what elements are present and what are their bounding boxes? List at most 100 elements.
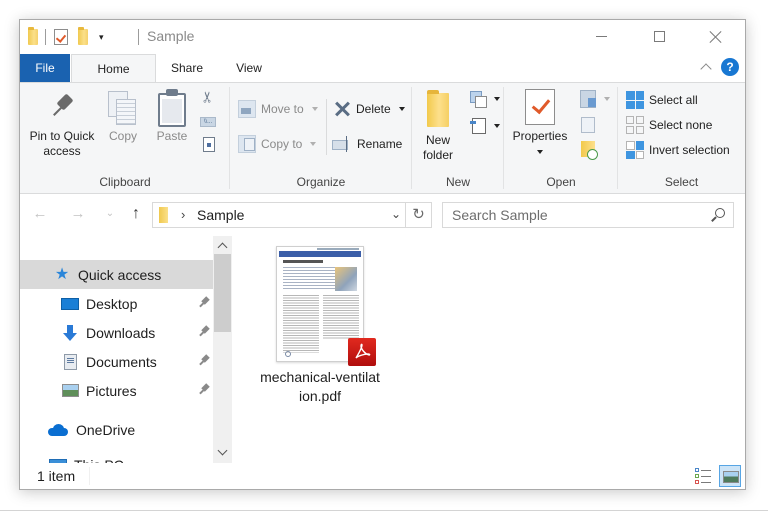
large-icons-view-button[interactable] bbox=[719, 465, 741, 487]
copy-to-button[interactable]: Copy to bbox=[238, 133, 317, 155]
pin-to-quick-access-button[interactable]: Pin to Quick access bbox=[24, 87, 100, 159]
documents-icon bbox=[61, 353, 79, 371]
nav-item-downloads[interactable]: Downloads bbox=[20, 318, 213, 347]
copy-button[interactable]: Copy bbox=[104, 87, 142, 144]
nav-item-pictures[interactable]: Pictures bbox=[20, 376, 213, 405]
nav-item-label: Pictures bbox=[86, 382, 137, 399]
delete-button[interactable]: Delete bbox=[333, 98, 405, 120]
ribbon: Pin to Quick access Copy Paste \\... Cli… bbox=[20, 82, 745, 194]
nav-item-onedrive[interactable]: OneDrive bbox=[20, 415, 213, 444]
close-button[interactable] bbox=[692, 20, 738, 52]
open-icon bbox=[580, 90, 596, 108]
pin-label-line2: access bbox=[43, 144, 81, 158]
open-group-label: Open bbox=[546, 175, 576, 189]
nav-item-this-pc[interactable]: This PC bbox=[20, 450, 213, 464]
up-button[interactable]: ↑ bbox=[126, 204, 146, 224]
tab-file[interactable]: File bbox=[20, 54, 70, 82]
open-button[interactable] bbox=[580, 88, 610, 110]
minimize-button[interactable] bbox=[578, 20, 624, 52]
nav-item-quick-access[interactable]: ★ Quick access bbox=[20, 260, 213, 289]
title-divider bbox=[138, 29, 139, 45]
invert-selection-icon bbox=[626, 141, 644, 159]
nav-item-desktop[interactable]: Desktop bbox=[20, 289, 213, 318]
file-explorer-window: ▾ Sample File Home Share View ? Pin to Q… bbox=[19, 19, 746, 490]
pin-icon bbox=[199, 298, 209, 308]
move-to-icon bbox=[238, 100, 256, 118]
nav-item-documents[interactable]: Documents bbox=[20, 347, 213, 376]
edit-button[interactable] bbox=[581, 114, 595, 136]
navigation-pane: ★ Quick access Desktop Downloads Documen… bbox=[20, 236, 232, 464]
refresh-button[interactable]: ↻ bbox=[405, 203, 431, 227]
scrollbar-thumb[interactable] bbox=[214, 254, 231, 332]
nav-item-label: Downloads bbox=[86, 324, 156, 341]
copy-path-icon[interactable]: \\... bbox=[200, 117, 216, 127]
delete-label: Delete bbox=[356, 102, 391, 116]
properties-button[interactable]: Properties bbox=[508, 87, 572, 159]
copy-to-icon bbox=[238, 135, 256, 153]
move-to-button[interactable]: Move to bbox=[238, 98, 318, 120]
easy-access-button[interactable] bbox=[470, 115, 500, 137]
breadcrumb-separator[interactable]: › bbox=[181, 207, 185, 222]
downloads-icon bbox=[61, 324, 79, 342]
tab-home[interactable]: Home bbox=[71, 54, 156, 83]
collapse-ribbon-icon[interactable] bbox=[699, 60, 713, 74]
new-group-label: New bbox=[445, 175, 470, 189]
rename-label: Rename bbox=[357, 137, 403, 151]
file-item[interactable]: mechanical-ventilation.pdf bbox=[260, 246, 380, 406]
chevron-down-icon bbox=[604, 97, 610, 101]
new-folder-icon[interactable] bbox=[78, 27, 88, 45]
paste-button[interactable]: Paste bbox=[152, 87, 192, 144]
details-view-button[interactable] bbox=[695, 467, 713, 485]
history-button[interactable] bbox=[581, 138, 598, 160]
rename-button[interactable]: Rename bbox=[332, 133, 402, 155]
paste-shortcut-icon[interactable] bbox=[203, 137, 215, 152]
properties-icon[interactable] bbox=[54, 29, 68, 45]
new-folder-button[interactable]: New folder bbox=[418, 87, 458, 163]
nav-item-label: Documents bbox=[86, 353, 157, 370]
select-all-label: Select all bbox=[649, 93, 698, 107]
invert-selection-button[interactable]: Invert selection bbox=[626, 139, 730, 161]
status-bar: 1 item bbox=[20, 463, 745, 489]
scissors-icon[interactable] bbox=[201, 91, 217, 107]
pin-icon bbox=[49, 93, 75, 123]
search-icon[interactable] bbox=[711, 208, 725, 222]
paste-icon bbox=[158, 89, 186, 127]
pin-icon bbox=[199, 385, 209, 395]
nav-item-label: Desktop bbox=[86, 295, 138, 312]
file-name: mechanical-ventilation.pdf bbox=[260, 369, 380, 404]
navigation-scrollbar[interactable] bbox=[213, 236, 232, 464]
folder-icon[interactable] bbox=[28, 27, 38, 45]
select-all-button[interactable]: Select all bbox=[626, 89, 698, 111]
nav-item-label: Quick access bbox=[78, 266, 162, 283]
recent-locations-button[interactable]: ⌄ bbox=[100, 204, 120, 224]
easy-access-icon bbox=[470, 118, 486, 134]
chevron-down-icon bbox=[217, 445, 228, 456]
customize-toolbar-dropdown[interactable]: ▾ bbox=[99, 32, 104, 42]
address-bar[interactable]: › Sample ⌄ ↻ bbox=[152, 202, 432, 228]
paste-label: Paste bbox=[156, 129, 188, 143]
new-folder-label-line1: New bbox=[425, 133, 450, 147]
onedrive-icon bbox=[47, 421, 69, 439]
file-list: mechanical-ventilation.pdf bbox=[234, 236, 745, 464]
select-all-icon bbox=[626, 91, 644, 109]
back-button[interactable]: ← bbox=[30, 204, 50, 224]
breadcrumb-sample[interactable]: Sample bbox=[197, 207, 244, 223]
search-input[interactable] bbox=[443, 203, 703, 227]
pin-icon bbox=[199, 356, 209, 366]
forward-button[interactable]: → bbox=[68, 204, 88, 224]
scroll-down-button[interactable] bbox=[213, 445, 232, 462]
address-dropdown-icon[interactable]: ⌄ bbox=[391, 207, 401, 221]
star-icon: ★ bbox=[54, 265, 70, 283]
new-group: New folder New bbox=[412, 83, 504, 193]
scroll-up-button[interactable] bbox=[213, 238, 232, 255]
help-button[interactable]: ? bbox=[721, 58, 739, 76]
nav-item-label: OneDrive bbox=[76, 421, 136, 438]
screen-edge bbox=[0, 510, 768, 511]
new-item-button[interactable] bbox=[470, 88, 500, 110]
tab-share[interactable]: Share bbox=[156, 54, 218, 82]
search-box[interactable] bbox=[442, 202, 734, 228]
select-none-button[interactable]: Select none bbox=[626, 114, 712, 136]
maximize-button[interactable] bbox=[636, 20, 682, 52]
item-count: 1 item bbox=[37, 468, 76, 484]
tab-view[interactable]: View bbox=[218, 54, 280, 82]
